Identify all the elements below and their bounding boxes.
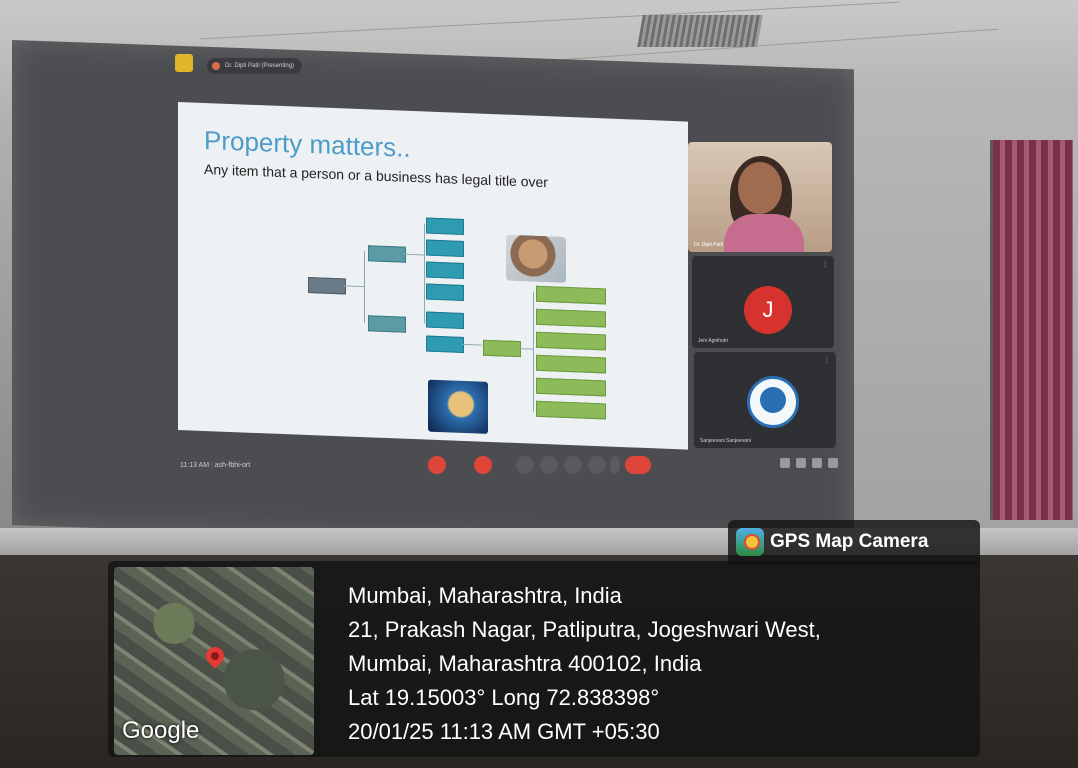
meeting-topbar: Dr. Dipti Patil (Presenting) bbox=[175, 54, 375, 76]
diagram-node bbox=[368, 245, 406, 263]
gps-info-panel: Google Mumbai, Maharashtra, India 21, Pr… bbox=[108, 561, 980, 757]
mic-icon[interactable] bbox=[428, 456, 446, 474]
info-icon[interactable] bbox=[780, 458, 790, 468]
location-details: Mumbai, Maharashtra, India 21, Prakash N… bbox=[348, 579, 821, 749]
tile-menu-icon[interactable]: ⋮ bbox=[820, 147, 826, 154]
shared-slide: Property matters.. Any item that a perso… bbox=[178, 102, 688, 450]
house-in-hands-image bbox=[506, 234, 566, 283]
location-timestamp: 20/01/25 11:13 AM GMT +05:30 bbox=[348, 719, 660, 744]
location-coordinates: Lat 19.15003° Long 72.838398° bbox=[348, 685, 660, 710]
diagram-node bbox=[536, 400, 606, 420]
ceiling-vent bbox=[637, 15, 763, 47]
more-icon[interactable] bbox=[610, 456, 620, 474]
location-postal: Mumbai, Maharashtra 400102, India bbox=[348, 651, 702, 676]
gps-brand-badge: GPS Map Camera bbox=[728, 520, 980, 565]
slide-subtitle: Any item that a person or a business has… bbox=[204, 160, 548, 191]
location-map: Google bbox=[114, 567, 314, 755]
map-pin-icon bbox=[202, 643, 228, 669]
participant-tile[interactable]: ⋮ Sanjeevani Sanjeevani bbox=[694, 352, 836, 448]
presenting-icon bbox=[212, 62, 220, 70]
diagram-node bbox=[426, 217, 464, 235]
emoji-icon[interactable] bbox=[540, 456, 558, 474]
hand-icon[interactable] bbox=[588, 456, 606, 474]
tile-menu-icon[interactable]: ⋮ bbox=[824, 357, 830, 364]
diagram-node bbox=[368, 315, 406, 333]
presenter-label: Dr. Dipti Patil (Presenting) bbox=[225, 63, 295, 69]
end-call-icon[interactable] bbox=[625, 456, 651, 474]
people-icon[interactable] bbox=[796, 458, 806, 468]
diagram-node bbox=[426, 283, 464, 301]
diagram-node bbox=[536, 331, 606, 351]
meeting-time: 11:13 AM bbox=[180, 462, 210, 469]
diagram-node bbox=[426, 311, 464, 329]
meeting-clock: 11:13 AM | ash-fbhi-ort bbox=[180, 462, 251, 469]
brand-name: GPS Map Camera bbox=[770, 531, 929, 552]
diagram-node bbox=[536, 354, 606, 374]
present-icon[interactable] bbox=[564, 456, 582, 474]
meeting-code: ash-fbhi-ort bbox=[214, 462, 251, 469]
slide-title: Property matters.. bbox=[204, 124, 411, 163]
diagram-node bbox=[483, 339, 521, 358]
activities-icon[interactable] bbox=[828, 458, 838, 468]
diagram-node bbox=[426, 335, 464, 353]
diagram-node bbox=[308, 276, 346, 295]
brain-image bbox=[428, 379, 488, 434]
camera-icon[interactable] bbox=[474, 456, 492, 474]
location-address: 21, Prakash Nagar, Patliputra, Jogeshwar… bbox=[348, 617, 821, 642]
diagram-node bbox=[426, 239, 464, 257]
participant-name: Sanjeevani Sanjeevani bbox=[700, 438, 751, 444]
window-blinds bbox=[990, 140, 1073, 520]
participant-name: Dr. Dipti Patil bbox=[694, 242, 723, 248]
app-icon bbox=[175, 54, 193, 72]
participant-tile[interactable]: ⋮ J Jeni Agnihotri bbox=[692, 256, 834, 348]
gps-camera-icon bbox=[736, 528, 764, 556]
diagram-node bbox=[536, 285, 606, 305]
diagram-node bbox=[536, 308, 606, 328]
map-provider-label: Google bbox=[122, 717, 200, 744]
diagram-node bbox=[426, 261, 464, 279]
avatar bbox=[747, 376, 799, 428]
participant-name: Jeni Agnihotri bbox=[698, 338, 729, 344]
presenter-chip[interactable]: Dr. Dipti Patil (Presenting) bbox=[207, 58, 303, 74]
diagram-node bbox=[536, 377, 606, 397]
avatar: J bbox=[744, 286, 792, 334]
chat-icon[interactable] bbox=[812, 458, 822, 468]
tile-menu-icon[interactable]: ⋮ bbox=[822, 261, 828, 268]
meeting-controls: 11:13 AM | ash-fbhi-ort bbox=[178, 456, 858, 482]
captions-icon[interactable] bbox=[516, 456, 534, 474]
participant-tile[interactable]: ⋮ Dr. Dipti Patil bbox=[688, 142, 832, 252]
location-city: Mumbai, Maharashtra, India bbox=[348, 583, 622, 608]
